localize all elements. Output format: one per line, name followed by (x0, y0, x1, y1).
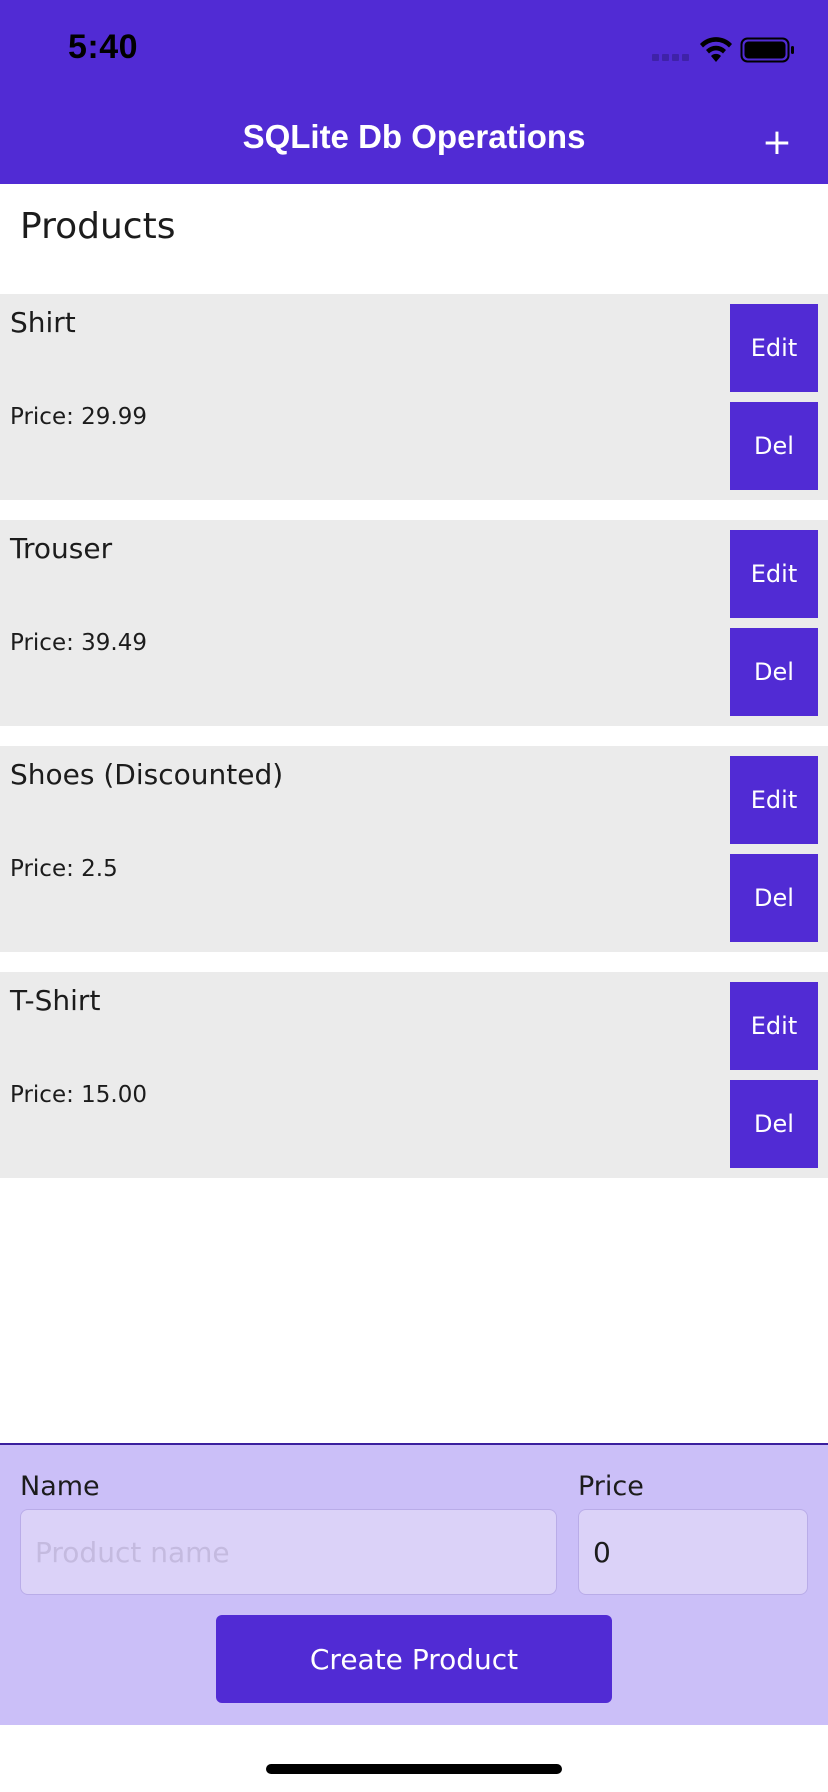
price-label: Price (578, 1471, 644, 1502)
edit-button[interactable]: Edit (730, 982, 818, 1070)
product-name: T-Shirt (10, 984, 101, 1017)
product-row: Shoes (Discounted) Price: 2.5 Edit Del (0, 746, 828, 952)
delete-button[interactable]: Del (730, 854, 818, 942)
price-input[interactable] (578, 1509, 808, 1595)
edit-button[interactable]: Edit (730, 756, 818, 844)
create-product-button[interactable]: Create Product (216, 1615, 612, 1703)
product-price: Price: 29.99 (10, 404, 148, 430)
product-name: Shirt (10, 306, 76, 339)
product-price: Price: 15.00 (10, 1082, 148, 1108)
edit-button[interactable]: Edit (730, 530, 818, 618)
battery-icon (740, 37, 794, 63)
product-row: Shirt Price: 29.99 Edit Del (0, 294, 828, 500)
home-indicator (266, 1764, 562, 1774)
edit-button[interactable]: Edit (730, 304, 818, 392)
product-name: Trouser (10, 532, 113, 565)
app-header: 5:40 SQLite Db Operations + (0, 0, 828, 184)
delete-button[interactable]: Del (730, 1080, 818, 1168)
product-name-input[interactable] (20, 1509, 557, 1595)
product-price: Price: 2.5 (10, 856, 118, 882)
delete-button[interactable]: Del (730, 402, 818, 490)
header-title: SQLite Db Operations (242, 118, 586, 155)
product-name: Shoes (Discounted) (10, 758, 284, 791)
create-product-form: Name Price Create Product (0, 1443, 828, 1725)
name-label: Name (20, 1471, 100, 1502)
status-time: 5:40 (68, 28, 139, 66)
add-button[interactable]: + (752, 118, 802, 168)
product-row: Trouser Price: 39.49 Edit Del (0, 520, 828, 726)
app-screen: 5:40 SQLite Db Operations + Products Shi… (0, 0, 828, 1792)
page-title: Products (20, 206, 176, 247)
product-row: T-Shirt Price: 15.00 Edit Del (0, 972, 828, 1178)
wifi-icon (700, 37, 732, 62)
delete-button[interactable]: Del (730, 628, 818, 716)
product-list: Shirt Price: 29.99 Edit Del Trouser Pric… (0, 294, 828, 1198)
product-price: Price: 39.49 (10, 630, 148, 656)
cellular-signal-icon (652, 54, 692, 62)
